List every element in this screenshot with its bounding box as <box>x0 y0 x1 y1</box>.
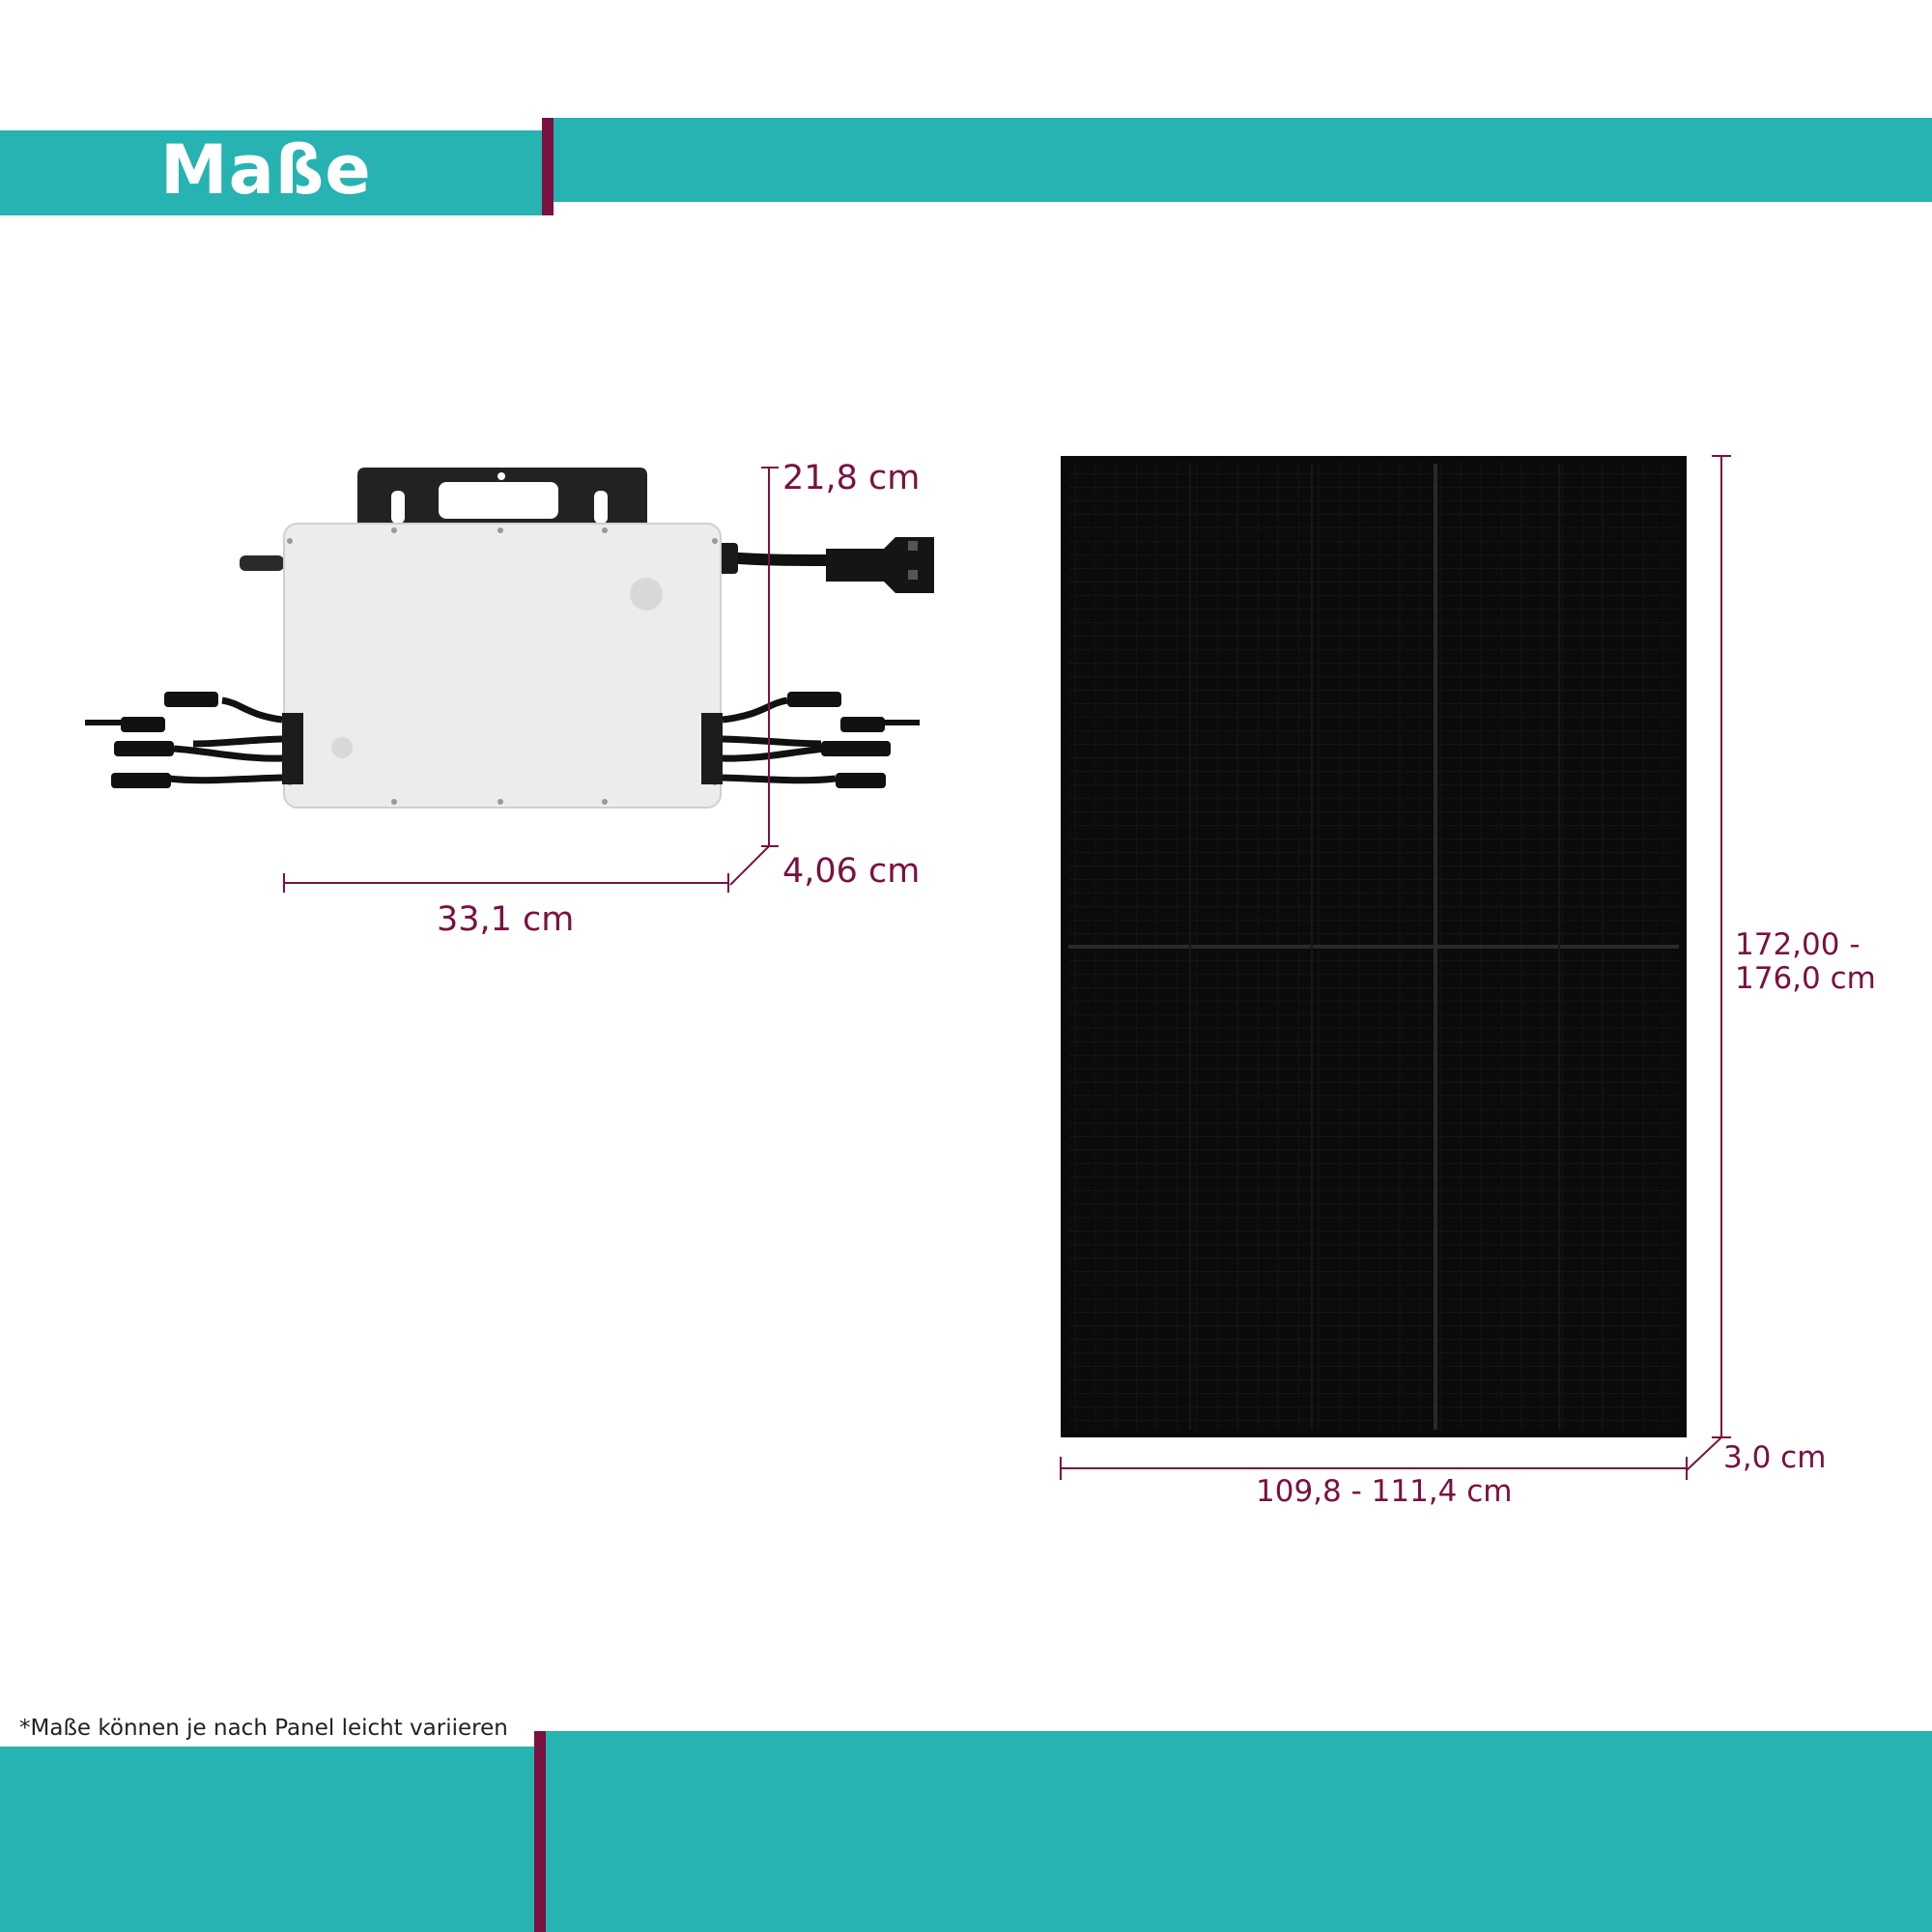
product-illustrations <box>85 455 1731 1480</box>
inverter-width-label: 33,1 cm <box>437 900 575 939</box>
microinverter-illustration <box>85 468 934 809</box>
panel-height-label-line1: 172,00 - <box>1735 927 1861 962</box>
panel-height-label-line2: 176,0 cm <box>1735 961 1876 996</box>
panel-depth-label: 3,0 cm <box>1723 1440 1827 1475</box>
inverter-height-label: 21,8 cm <box>782 459 921 497</box>
inverter-depth-label: 4,06 cm <box>782 852 921 891</box>
panel-width-label: 109,8 - 111,4 cm <box>1256 1474 1513 1509</box>
solar-panel-illustration <box>1061 456 1687 1437</box>
